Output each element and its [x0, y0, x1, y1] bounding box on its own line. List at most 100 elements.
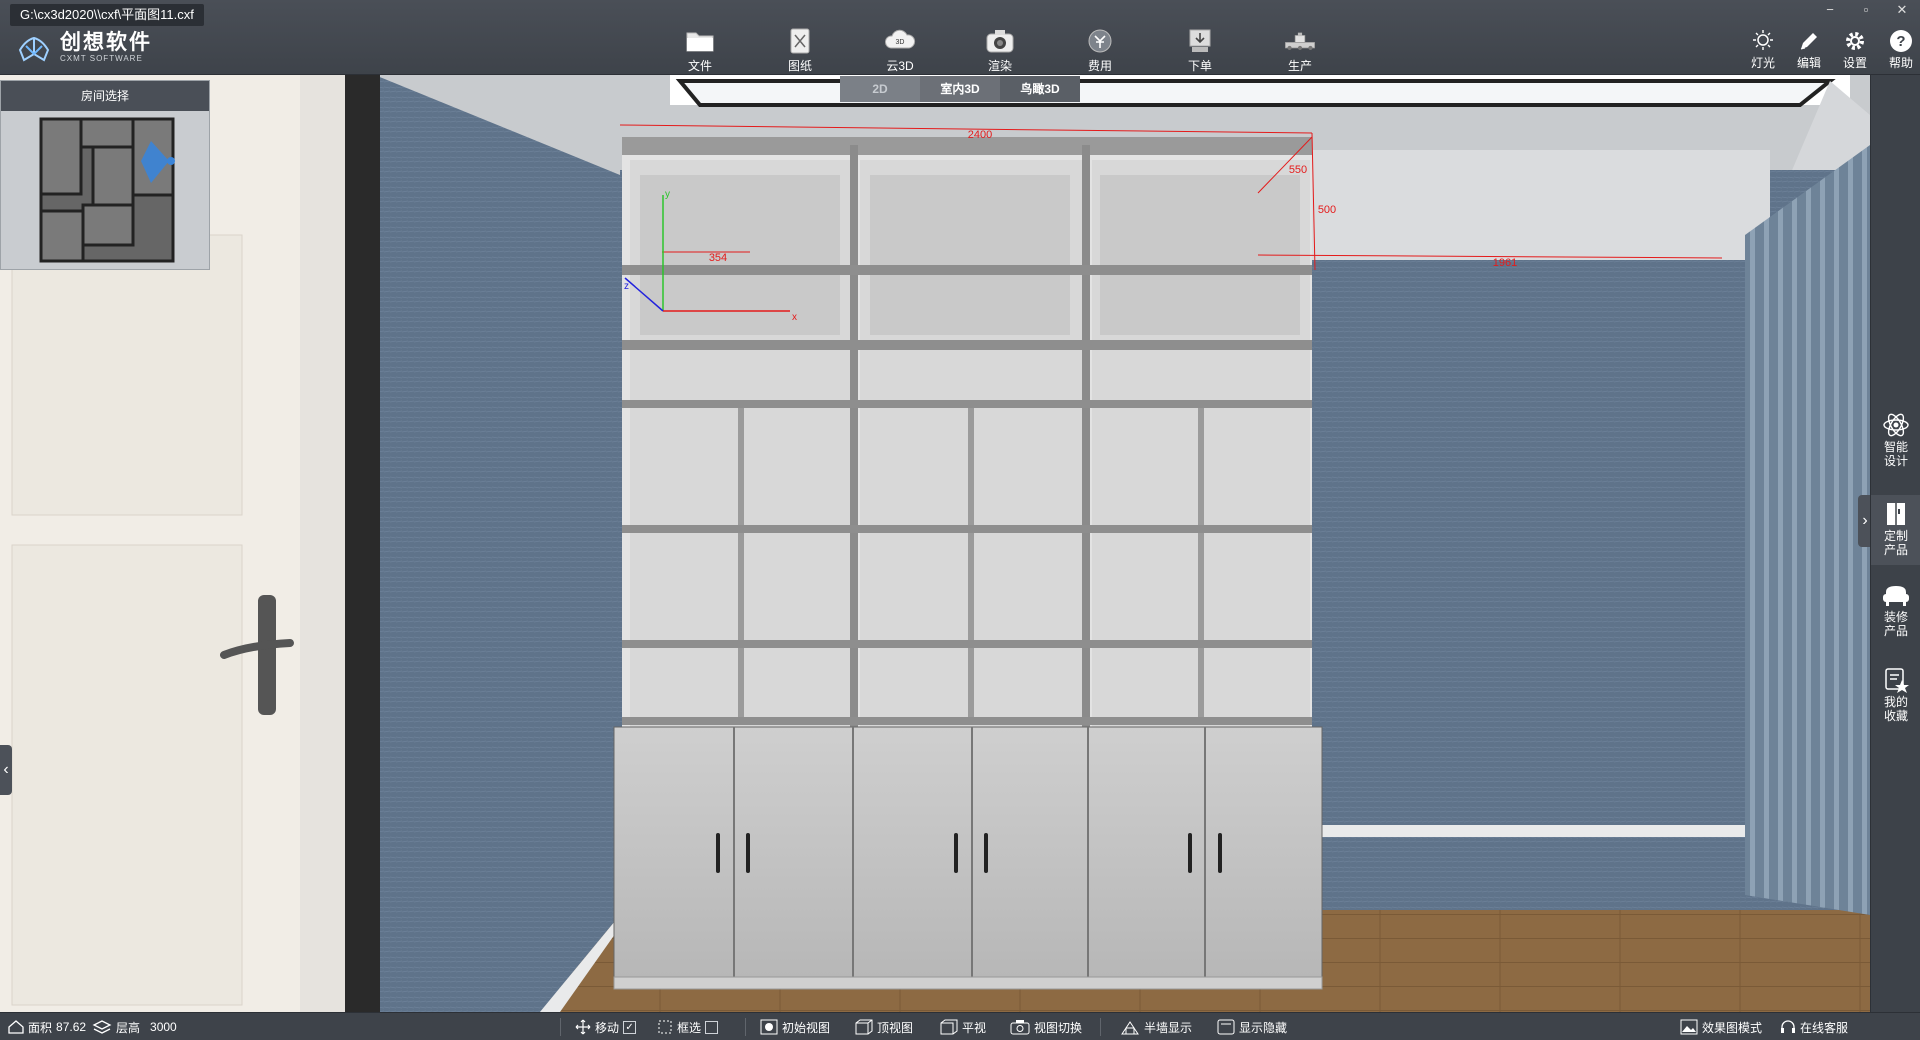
render-button[interactable]: 渲染: [950, 26, 1050, 74]
tab-indoor-3d[interactable]: 室内3D: [920, 76, 1000, 102]
favorite-icon: [1881, 665, 1911, 695]
production-button[interactable]: 生产: [1250, 26, 1350, 74]
show-hide-icon: [1217, 1019, 1235, 1035]
status-bar: 面积 87.62 层高 3000 移动 ✓ 框选 初始视图 顶视图 平视 视图切…: [0, 1012, 1920, 1040]
app-window: G:\cx3d2020\\cxf\平面图11.cxf − ▫ ✕ 创想软件 CX…: [0, 0, 1920, 1040]
room-selection-panel: 房间选择: [0, 80, 210, 270]
minimize-button[interactable]: −: [1822, 2, 1838, 18]
close-button[interactable]: ✕: [1894, 2, 1910, 18]
move-toggle[interactable]: 移动 ✓: [575, 1013, 637, 1040]
help-button[interactable]: ? 帮助: [1888, 28, 1914, 71]
maximize-button[interactable]: ▫: [1858, 2, 1874, 18]
initial-view-button[interactable]: 初始视图: [760, 1013, 830, 1040]
dim-height-label: 500: [1318, 204, 1336, 216]
light-label: 灯光: [1750, 56, 1775, 70]
area-label: 面积: [28, 1020, 53, 1035]
light-button[interactable]: 灯光: [1750, 28, 1776, 71]
box-select-toggle[interactable]: 框选: [657, 1013, 719, 1040]
cost-label: 费用: [1087, 59, 1112, 73]
drawing-label: 图纸: [787, 59, 812, 73]
divider: [745, 1018, 746, 1036]
file-button[interactable]: 文件: [650, 26, 750, 74]
cloud-3d-badge: 3D: [896, 39, 905, 46]
cost-icon: [1084, 26, 1116, 56]
image-icon: [1680, 1019, 1698, 1035]
settings-label: 设置: [1842, 56, 1867, 70]
render-mode-button[interactable]: 效果图模式: [1680, 1013, 1762, 1040]
top-view-button[interactable]: 顶视图: [855, 1013, 913, 1040]
box-select-label: 框选: [677, 1020, 702, 1035]
tab-aerial-3d[interactable]: 鸟瞰3D: [1000, 76, 1080, 102]
cabinet-model[interactable]: [613, 137, 1323, 990]
online-service-button[interactable]: 在线客服: [1780, 1013, 1848, 1040]
order-icon: [1184, 26, 1216, 56]
show-hide-button[interactable]: 显示隐藏: [1217, 1013, 1287, 1040]
my-favorites-button[interactable]: 我的收藏: [1871, 665, 1920, 723]
flat-view-button[interactable]: 平视: [940, 1013, 986, 1040]
production-label: 生产: [1287, 59, 1312, 73]
floor-plan-minimap[interactable]: [1, 111, 209, 269]
camera-icon: [984, 26, 1016, 56]
custom-product-button[interactable]: 定制产品: [1871, 495, 1920, 565]
cloud-3d-icon: 3D: [884, 26, 916, 56]
brand-logo: 创想软件 CXMT SOFTWARE: [16, 30, 152, 66]
move-label: 移动: [595, 1020, 620, 1035]
scene-viewport[interactable]: 2400 550 500 354 1961 x y z: [0, 75, 1870, 1012]
drawing-button[interactable]: 图纸: [750, 26, 850, 74]
atom-icon: [1881, 410, 1911, 440]
main-toolbar: 文件 图纸 3D 云3D 渲染 费用 下单 生产: [650, 26, 1350, 74]
home-icon: [8, 1020, 24, 1034]
tab-2d[interactable]: 2D: [840, 76, 920, 102]
file-label: 文件: [687, 59, 712, 73]
online-service-label: 在线客服: [1800, 1020, 1849, 1035]
cost-button[interactable]: 费用: [1050, 26, 1150, 74]
dim-width-label: 2400: [968, 129, 992, 141]
help-label: 帮助: [1888, 56, 1913, 70]
move-icon: [575, 1019, 591, 1035]
cloud-3d-button[interactable]: 3D 云3D: [850, 26, 950, 74]
area-value: 87.62: [56, 1020, 87, 1034]
collapse-left-tab[interactable]: ‹: [0, 745, 12, 795]
half-wall-button[interactable]: 半墙显示: [1120, 1013, 1192, 1040]
box-select-checkbox[interactable]: [705, 1020, 719, 1034]
folder-icon: [684, 26, 716, 56]
custom-product-label: 定制产品: [1883, 529, 1908, 557]
area-info: 面积 87.62: [8, 1013, 86, 1040]
decoration-product-label: 装修产品: [1883, 610, 1908, 638]
drawing-icon: [784, 26, 816, 56]
camera-switch-icon: [1010, 1020, 1030, 1035]
room-render: 2400 550 500 354 1961 x y z: [0, 75, 1870, 1012]
dim-gap-label: 1961: [1493, 257, 1517, 269]
axis-y-label: y: [665, 189, 670, 200]
sofa-icon: [1881, 580, 1911, 610]
window-title: G:\cx3d2020\\cxf\平面图11.cxf: [10, 4, 204, 26]
factory-icon: [1284, 26, 1316, 56]
cabinet-icon: [1881, 499, 1911, 529]
box-select-icon: [658, 1020, 672, 1034]
dim-depth-label: 550: [1289, 164, 1307, 176]
right-tools: 灯光 编辑 设置 ? 帮助: [1750, 28, 1914, 71]
smart-design-label: 智能设计: [1883, 440, 1908, 468]
settings-button[interactable]: 设置: [1842, 28, 1868, 71]
initial-view-icon: [760, 1019, 778, 1035]
order-button[interactable]: 下单: [1150, 26, 1250, 74]
gear-icon: [1842, 28, 1868, 54]
floor-height-info: 层高 3000: [92, 1013, 177, 1040]
half-wall-label: 半墙显示: [1144, 1020, 1193, 1035]
room-panel-title: 房间选择: [1, 81, 209, 111]
view-switch-button[interactable]: 视图切换: [1010, 1013, 1082, 1040]
brand-name-cn: 创想软件: [60, 31, 152, 54]
decoration-product-button[interactable]: 装修产品: [1871, 580, 1920, 638]
smart-design-button[interactable]: 智能设计: [1871, 410, 1920, 468]
show-hide-label: 显示隐藏: [1239, 1020, 1288, 1035]
dim-inner-label: 354: [709, 252, 727, 264]
edit-button[interactable]: 编辑: [1796, 28, 1822, 71]
flat-view-icon: [940, 1019, 958, 1035]
initial-view-label: 初始视图: [782, 1020, 831, 1035]
move-checkbox[interactable]: ✓: [623, 1020, 637, 1034]
logo-mark-icon: [18, 36, 50, 62]
flat-view-label: 平视: [962, 1020, 987, 1035]
axis-x-label: x: [792, 312, 797, 323]
half-wall-icon: [1121, 1021, 1139, 1035]
help-icon: ?: [1888, 28, 1914, 54]
